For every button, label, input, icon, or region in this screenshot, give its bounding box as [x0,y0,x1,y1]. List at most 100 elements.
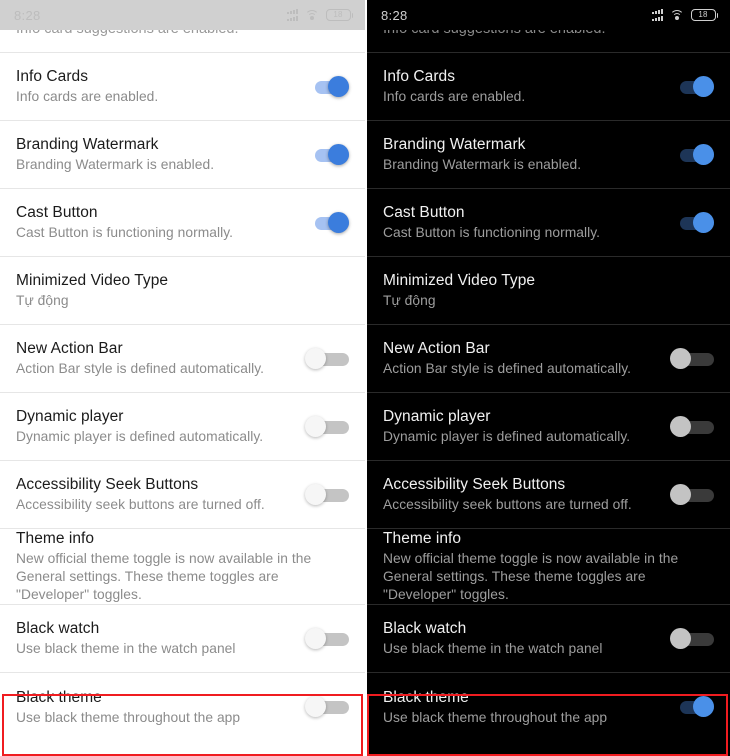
settings-row-subtitle: Accessibility seek buttons are turned of… [383,497,632,512]
battery-icon: 18 [690,9,718,21]
toggle-thumb [305,696,326,717]
settings-row[interactable]: Minimized Video Type Tự động [0,256,365,324]
settings-row[interactable]: Accessibility Seek Buttons Accessibility … [367,460,730,528]
settings-row[interactable]: Black theme Use black theme throughout th… [0,672,365,741]
settings-row-toggle[interactable] [670,346,714,372]
settings-row-subtitle: Branding Watermark is enabled. [16,157,215,172]
wifi-icon [304,9,319,21]
settings-row-title: Dynamic player [383,408,491,425]
settings-row[interactable]: Branding Watermark Branding Watermark is … [367,120,730,188]
settings-row[interactable]: Minimized Video Type Tự động [367,256,730,324]
settings-list-dark: Info Cards Info cards are enabled. Brandin… [367,52,730,741]
signal-bars-icon [286,9,298,21]
settings-row[interactable]: New Action Bar Action Bar style is define… [0,324,365,392]
settings-row-toggle[interactable] [670,210,714,236]
settings-list-light: Info Cards Info cards are enabled. Brandin… [0,52,365,741]
status-bar-icons: 18 [651,9,718,21]
settings-row-title: Branding Watermark [383,136,526,153]
toggle-thumb [328,143,349,165]
settings-row-toggle[interactable] [305,210,349,236]
battery-icon: 18 [325,9,353,21]
settings-row[interactable]: Info Cards Info cards are enabled. [0,52,365,120]
settings-row-text: Accessibility Seek Buttons Accessibility … [16,475,305,514]
toggle-thumb [670,415,691,437]
settings-row-subtitle: Cast Button is functioning normally. [383,225,601,240]
settings-row-subtitle: New official theme toggle is now availab… [383,551,679,602]
settings-row[interactable]: Info Cards Info cards are enabled. [367,52,730,120]
toggle-thumb [328,75,349,97]
settings-row-toggle[interactable] [305,414,349,440]
settings-row-toggle[interactable] [670,694,714,720]
settings-row[interactable]: Dynamic player Dynamic player is defined … [0,392,365,460]
settings-row-subtitle: Cast Button is functioning normally. [16,225,234,240]
settings-row-text: Black watch Use black theme in the watch … [16,619,305,658]
settings-row-title: New Action Bar [383,340,490,357]
status-bar-clock: 8:28 [14,7,41,23]
settings-row-title: Black theme [383,688,469,706]
settings-row-toggle[interactable] [670,414,714,440]
settings-row-subtitle: Use black theme in the watch panel [383,641,603,656]
settings-row-text: Dynamic player Dynamic player is defined … [16,407,305,446]
dark-theme-screen: 8:28 18 Info card suggestions are enable… [365,0,730,756]
settings-row[interactable]: Black watch Use black theme in the watch … [0,604,365,672]
settings-row-toggle[interactable] [305,694,349,720]
settings-row[interactable]: Black theme Use black theme throughout th… [367,672,730,741]
settings-row[interactable]: Branding Watermark Branding Watermark is … [0,120,365,188]
settings-row-subtitle: Info cards are enabled. [383,89,526,104]
settings-row-text: Black theme Use black theme throughout th… [383,688,670,727]
settings-row-title: Theme info [383,530,462,547]
settings-row[interactable]: New Action Bar Action Bar style is define… [367,324,730,392]
settings-row-subtitle: Action Bar style is defined automaticall… [383,361,632,376]
settings-row-title: Accessibility Seek Buttons [383,476,566,493]
settings-row[interactable]: Accessibility Seek Buttons Accessibility … [0,460,365,528]
cut-off-row-text: Info card suggestions are enabled. [16,30,238,38]
settings-row[interactable]: Cast Button Cast Button is functioning no… [0,188,365,256]
settings-row-toggle[interactable] [305,74,349,100]
toggle-thumb [328,211,349,233]
settings-row-text: New Action Bar Action Bar style is define… [16,339,305,378]
settings-row-text: Branding Watermark Branding Watermark is … [16,135,305,174]
settings-row-text: New Action Bar Action Bar style is define… [383,339,670,378]
settings-row-text: Theme info New official theme toggle is n… [383,529,714,604]
settings-row-subtitle: Tự động [16,293,69,308]
settings-row-title: Dynamic player [16,408,124,425]
settings-row-text: Branding Watermark Branding Watermark is … [383,135,670,174]
settings-row-text: Theme info New official theme toggle is n… [16,529,349,604]
settings-row[interactable]: Dynamic player Dynamic player is defined … [367,392,730,460]
cut-off-row-dark: Info card suggestions are enabled. [367,30,730,52]
settings-row-title: New Action Bar [16,340,123,357]
settings-row-text: Info Cards Info cards are enabled. [16,67,305,106]
wifi-icon [669,9,684,21]
cut-off-row-light: Info card suggestions are enabled. [0,30,365,52]
settings-row-toggle[interactable] [670,626,714,652]
settings-row-toggle[interactable] [305,142,349,168]
settings-row-toggle[interactable] [305,346,349,372]
settings-row-text: Dynamic player Dynamic player is defined … [383,407,670,446]
settings-row-text: Minimized Video Type Tự động [383,271,714,310]
settings-row-title: Minimized Video Type [16,272,169,289]
toggle-thumb [670,347,691,369]
settings-row[interactable]: Cast Button Cast Button is functioning no… [367,188,730,256]
toggle-thumb [305,415,326,437]
settings-row-toggle[interactable] [670,74,714,100]
settings-row[interactable]: Theme info New official theme toggle is n… [367,528,730,604]
settings-row[interactable]: Theme info New official theme toggle is n… [0,528,365,604]
settings-row-subtitle: Info cards are enabled. [16,89,159,104]
toggle-thumb [670,483,691,505]
settings-row-toggle[interactable] [305,626,349,652]
settings-row-subtitle: Branding Watermark is enabled. [383,157,582,172]
settings-row-toggle[interactable] [670,142,714,168]
settings-row[interactable]: Black watch Use black theme in the watch … [367,604,730,672]
settings-row-title: Black theme [16,688,102,706]
settings-row-toggle[interactable] [305,482,349,508]
settings-row-title: Theme info [16,530,95,547]
settings-row-toggle[interactable] [670,482,714,508]
signal-bars-icon [651,9,663,21]
settings-row-title: Black watch [16,620,100,637]
toggle-thumb [693,75,714,97]
settings-row-title: Minimized Video Type [383,272,536,289]
toggle-thumb [693,143,714,165]
toggle-thumb [305,347,326,369]
settings-row-subtitle: Action Bar style is defined automaticall… [16,361,265,376]
status-bar-clock: 8:28 [381,7,408,23]
